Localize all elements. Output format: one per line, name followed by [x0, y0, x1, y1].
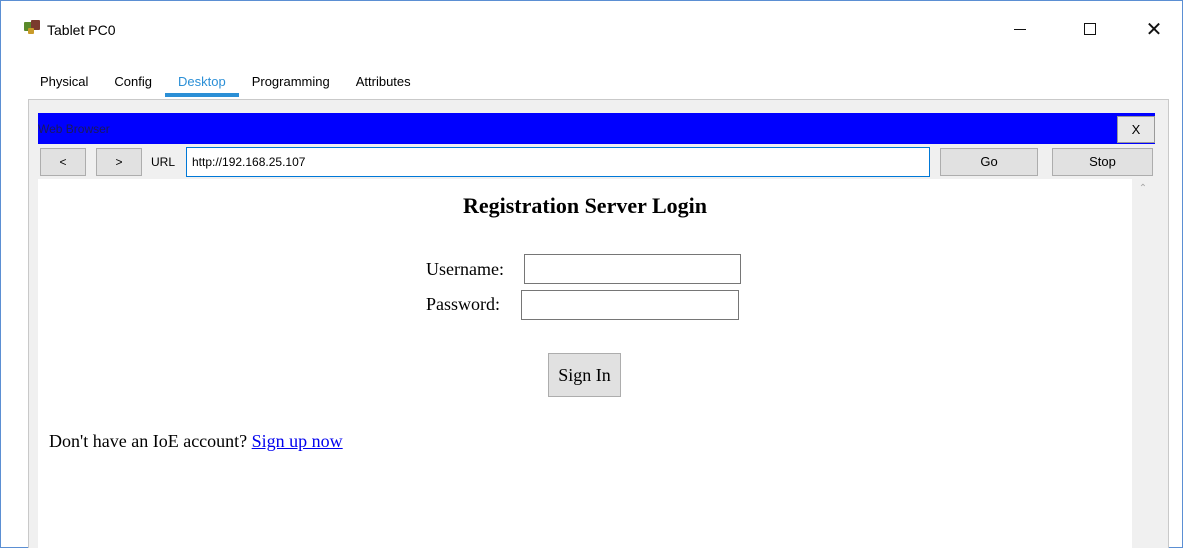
stop-button[interactable]: Stop	[1052, 148, 1153, 176]
tablet-pc-window: Tablet PC0 ✕ Physical Config Desktop Pro…	[0, 0, 1183, 548]
browser-title: Web Browser	[38, 122, 110, 136]
url-label: URL	[151, 155, 176, 169]
signup-link[interactable]: Sign up now	[252, 431, 343, 451]
browser-title-bar: Web Browser	[38, 113, 1155, 144]
password-input[interactable]	[521, 290, 739, 320]
tab-desktop[interactable]: Desktop	[165, 67, 239, 97]
signup-prompt: Don't have an IoE account? Sign up now	[49, 431, 343, 452]
packet-tracer-icon	[24, 20, 40, 34]
forward-button[interactable]: >	[96, 148, 142, 176]
go-button[interactable]: Go	[940, 148, 1038, 176]
web-page: Registration Server Login Username: Pass…	[38, 179, 1132, 548]
minimize-button[interactable]	[997, 9, 1043, 49]
tab-config[interactable]: Config	[101, 67, 165, 97]
username-label: Username:	[426, 259, 504, 279]
username-input[interactable]	[524, 254, 741, 284]
browser-close-button[interactable]: X	[1117, 116, 1155, 143]
url-input[interactable]	[186, 147, 930, 177]
tab-physical[interactable]: Physical	[27, 67, 102, 97]
sign-in-button[interactable]: Sign In	[548, 353, 621, 397]
signup-prompt-text: Don't have an IoE account?	[49, 431, 252, 451]
window-title: Tablet PC0	[47, 22, 116, 38]
title-bar: Tablet PC0 ✕	[1, 1, 1182, 53]
close-window-button[interactable]: ✕	[1131, 9, 1177, 49]
close-icon: ✕	[1145, 17, 1163, 41]
maximize-button[interactable]	[1067, 9, 1113, 49]
back-button[interactable]: <	[40, 148, 86, 176]
tab-programming[interactable]: Programming	[238, 67, 343, 97]
page-title: Registration Server Login	[462, 193, 707, 218]
tab-attributes[interactable]: Attributes	[342, 67, 424, 97]
tab-bar: Physical Config Desktop Programming Attr…	[27, 67, 424, 97]
password-label: Password:	[426, 294, 501, 314]
chevron-up-icon[interactable]: ⌃	[1136, 183, 1150, 195]
minimize-icon	[1014, 28, 1026, 30]
vertical-scrollbar[interactable]: ⌃	[1132, 179, 1155, 548]
maximize-icon	[1084, 23, 1096, 35]
